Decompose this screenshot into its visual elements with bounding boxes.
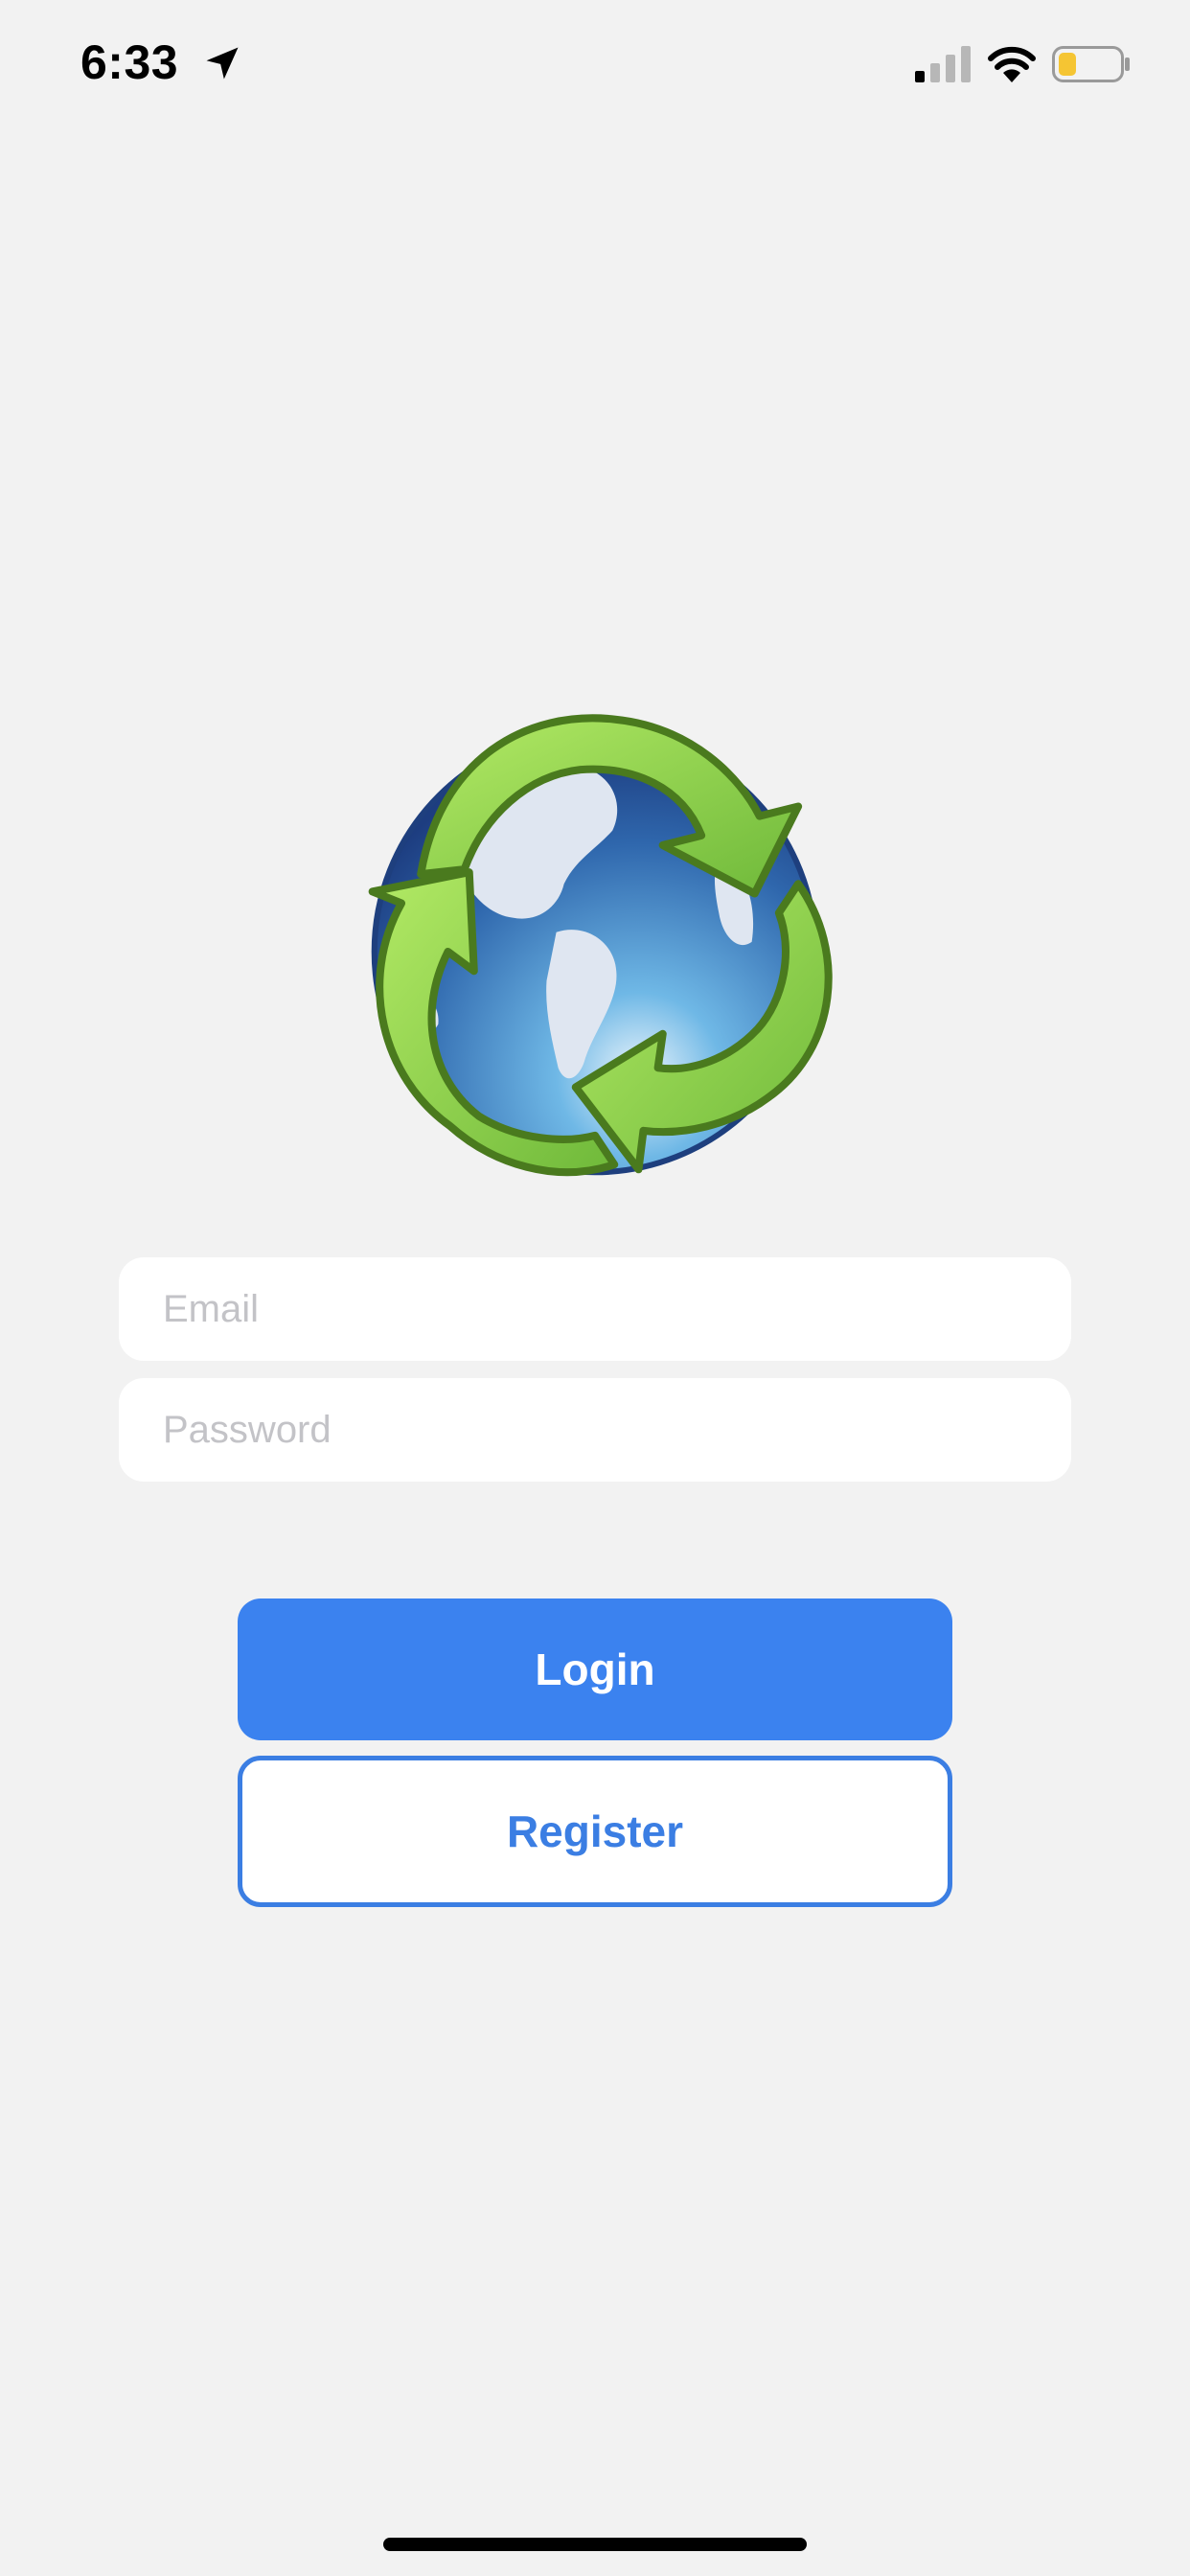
home-indicator[interactable] — [383, 2538, 807, 2551]
login-button[interactable]: Login — [238, 1598, 952, 1740]
battery-icon — [1052, 46, 1130, 82]
register-button[interactable]: Register — [238, 1756, 952, 1907]
recycle-globe-icon — [368, 714, 833, 1177]
status-bar: 6:33 — [0, 0, 1190, 129]
cellular-signal-icon — [915, 46, 971, 82]
password-field[interactable] — [119, 1378, 1071, 1482]
status-time: 6:33 — [80, 35, 179, 89]
email-field[interactable] — [119, 1257, 1071, 1361]
wifi-icon — [988, 46, 1036, 82]
location-arrow-icon — [206, 47, 239, 80]
